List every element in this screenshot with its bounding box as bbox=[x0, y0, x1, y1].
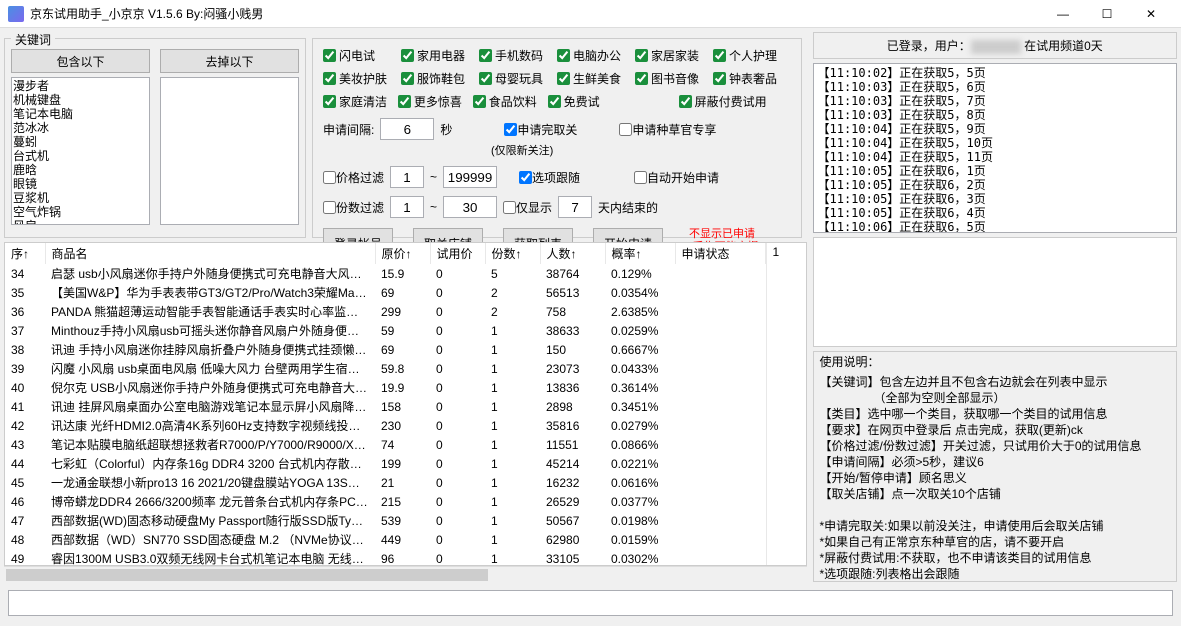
count-filter-checkbox[interactable]: 份数过滤 bbox=[323, 199, 384, 216]
close-button[interactable]: ✕ bbox=[1129, 0, 1173, 28]
category-checkbox[interactable]: 图书音像 bbox=[635, 70, 713, 87]
include-button[interactable]: 包含以下 bbox=[11, 49, 150, 73]
table-row[interactable]: 46博帝蟒龙DDR4 2666/3200频率 龙元普条台式机内存条PC游…215… bbox=[5, 492, 765, 511]
include-list[interactable]: 漫步者机械键盘笔记本电脑范冰冰蔓蚓台式机鹿晗眼镜豆浆机空气炸锅风扇 bbox=[11, 77, 150, 225]
table-header[interactable]: 商品名 bbox=[45, 243, 375, 264]
username-blurred bbox=[971, 40, 1021, 54]
table-header[interactable]: 试用价 bbox=[430, 243, 485, 264]
category-checkbox[interactable]: 母婴玩具 bbox=[479, 70, 557, 87]
list-item[interactable]: 台式机 bbox=[13, 149, 148, 163]
table-row[interactable]: 38讯迪 手持小风扇迷你挂脖风扇折叠户外随身便携式挂颈懒…69011500.66… bbox=[5, 340, 765, 359]
table-row[interactable]: 45一龙通金联想小新pro13 16 2021/20键盘膜站YOGA 13S保…… bbox=[5, 473, 765, 492]
category-checkbox[interactable]: 免费试 bbox=[548, 93, 623, 110]
count-min-input[interactable] bbox=[390, 196, 424, 218]
category-checkbox[interactable]: 家庭清洁 bbox=[323, 93, 398, 110]
table-header[interactable]: 份数↑ bbox=[485, 243, 540, 264]
table-row[interactable]: 34启瑟 usb小风扇迷你手持户外随身便携式可充电静音大风…15.9053876… bbox=[5, 264, 765, 283]
only-show-suffix: 天内结束的 bbox=[598, 199, 658, 216]
apply-close-checkbox[interactable]: 申请完取关 bbox=[504, 121, 577, 138]
table-header[interactable]: 原价↑ bbox=[375, 243, 430, 264]
table-row[interactable]: 37Minthouz手持小风扇usb可摇头迷你静音风扇户外随身便携…590138… bbox=[5, 321, 765, 340]
category-checkbox[interactable]: 钟表奢品 bbox=[713, 70, 791, 87]
category-checkbox[interactable]: 更多惊喜 bbox=[398, 93, 473, 110]
extra-column-header: 1 bbox=[766, 243, 806, 566]
category-checkbox[interactable]: 手机数码 bbox=[479, 47, 557, 64]
list-item[interactable]: 漫步者 bbox=[13, 79, 148, 93]
table-row[interactable]: 42讯达康 光纤HDMI2.0高清4K系列60Hz支持数字视频线投影…23001… bbox=[5, 416, 765, 435]
table-row[interactable]: 49睿因1300M USB3.0双频无线网卡台式机笔记本电脑 无线信…96013… bbox=[5, 549, 765, 566]
category-checkbox[interactable]: 电脑办公 bbox=[557, 47, 635, 64]
maximize-button[interactable]: ☐ bbox=[1085, 0, 1129, 28]
window-title: 京东试用助手_小京京 V1.5.6 By:闷骚小贱男 bbox=[30, 5, 1041, 22]
exclude-button[interactable]: 去掉以下 bbox=[160, 49, 299, 73]
table-header[interactable]: 人数↑ bbox=[540, 243, 605, 264]
list-item[interactable]: 豆浆机 bbox=[13, 191, 148, 205]
interval-sec: 秒 bbox=[440, 121, 452, 138]
list-item[interactable]: 眼镜 bbox=[13, 177, 148, 191]
table-header[interactable]: 概率↑ bbox=[605, 243, 675, 264]
interval-input[interactable] bbox=[380, 118, 434, 140]
image-preview bbox=[813, 237, 1178, 347]
table-row[interactable]: 40倪尔克 USB小风扇迷你手持户外随身便携式可充电静音大…19.9011383… bbox=[5, 378, 765, 397]
category-checkbox[interactable]: 家用电器 bbox=[401, 47, 479, 64]
list-item[interactable]: 鹿晗 bbox=[13, 163, 148, 177]
table-header[interactable]: 申请状态 bbox=[675, 243, 765, 264]
table-row[interactable]: 43笔记本贴膜电脑纸超联想拯救者R7000/P/Y7000/R9000/X/K…… bbox=[5, 435, 765, 454]
seed-only-checkbox[interactable]: 申请种草官专享 bbox=[619, 121, 716, 138]
count-max-input[interactable] bbox=[443, 196, 497, 218]
category-checkbox[interactable]: 生鲜美食 bbox=[557, 70, 635, 87]
category-checkbox[interactable]: 美妆护肤 bbox=[323, 70, 401, 87]
user-status: 已登录，用户： 在试用频道0天 bbox=[813, 32, 1178, 59]
apply-close-note: (仅限新关注) bbox=[491, 142, 791, 158]
app-icon bbox=[8, 6, 24, 22]
table-row[interactable]: 48西部数据（WD）SN770 SSD固态硬盘 M.2 （NVMe协议）…449… bbox=[5, 530, 765, 549]
help-text: 使用说明： 【关键词】包含左边并且不包含右边就会在列表中显示 （全部为空则全部显… bbox=[813, 351, 1178, 582]
product-table[interactable]: 序↑商品名原价↑试用价份数↑人数↑概率↑申请状态 34启瑟 usb小风扇迷你手持… bbox=[4, 242, 807, 566]
log-output[interactable]: 【11:10:02】正在获取5，5页【11:10:03】正在获取5，6页【11:… bbox=[813, 63, 1178, 233]
exclude-list[interactable] bbox=[160, 77, 299, 225]
table-header[interactable]: 序↑ bbox=[5, 243, 45, 264]
only-show-checkbox[interactable]: 仅显示 bbox=[503, 199, 552, 216]
interval-label: 申请间隔: bbox=[323, 121, 374, 138]
only-show-days-input[interactable] bbox=[558, 196, 592, 218]
list-item[interactable]: 空气炸锅 bbox=[13, 205, 148, 219]
list-item[interactable]: 机械键盘 bbox=[13, 93, 148, 107]
keyword-group-title: 关键词 bbox=[11, 31, 55, 48]
table-row[interactable]: 39闪魔 小风扇 usb桌面电风扇 低噪大风力 台壁两用学生宿…59.80123… bbox=[5, 359, 765, 378]
table-row[interactable]: 47西部数据(WD)固态移动硬盘My Passport随行版SSD版Type-…… bbox=[5, 511, 765, 530]
category-checkbox[interactable]: 个人护理 bbox=[713, 47, 791, 64]
table-row[interactable]: 36PANDA 熊猫超薄运动智能手表智能通话手表实时心率监测…299027582… bbox=[5, 302, 765, 321]
status-bar bbox=[8, 590, 1173, 616]
category-checkbox[interactable]: 闪电试 bbox=[323, 47, 401, 64]
horizontal-scrollbar[interactable] bbox=[4, 566, 807, 582]
list-item[interactable]: 笔记本电脑 bbox=[13, 107, 148, 121]
price-min-input[interactable] bbox=[390, 166, 424, 188]
list-item[interactable]: 蔓蚓 bbox=[13, 135, 148, 149]
minimize-button[interactable]: — bbox=[1041, 0, 1085, 28]
auto-start-checkbox[interactable]: 自动开始申请 bbox=[634, 169, 719, 186]
category-checkbox[interactable]: 服饰鞋包 bbox=[401, 70, 479, 87]
table-row[interactable]: 41讯迪 挂屏风扇桌面办公室电脑游戏笔记本显示屏小风扇降…1580128980.… bbox=[5, 397, 765, 416]
category-checkbox[interactable]: 家居家装 bbox=[635, 47, 713, 64]
table-row[interactable]: 35【美国W&P】华为手表表带GT3/GT2/Pro/Watch3荣耀Magic… bbox=[5, 283, 765, 302]
list-item[interactable]: 范冰冰 bbox=[13, 121, 148, 135]
category-checkbox[interactable]: 食品饮料 bbox=[473, 93, 548, 110]
price-filter-checkbox[interactable]: 价格过滤 bbox=[323, 169, 384, 186]
price-max-input[interactable] bbox=[443, 166, 497, 188]
follow-option-checkbox[interactable]: 选项跟随 bbox=[519, 169, 580, 186]
table-row[interactable]: 44七彩虹（Colorful）内存条16g DDR4 3200 台式机内存散…1… bbox=[5, 454, 765, 473]
screen-pay-checkbox[interactable]: 屏蔽付费试用 bbox=[679, 93, 791, 110]
list-item[interactable]: 风扇 bbox=[13, 219, 148, 225]
